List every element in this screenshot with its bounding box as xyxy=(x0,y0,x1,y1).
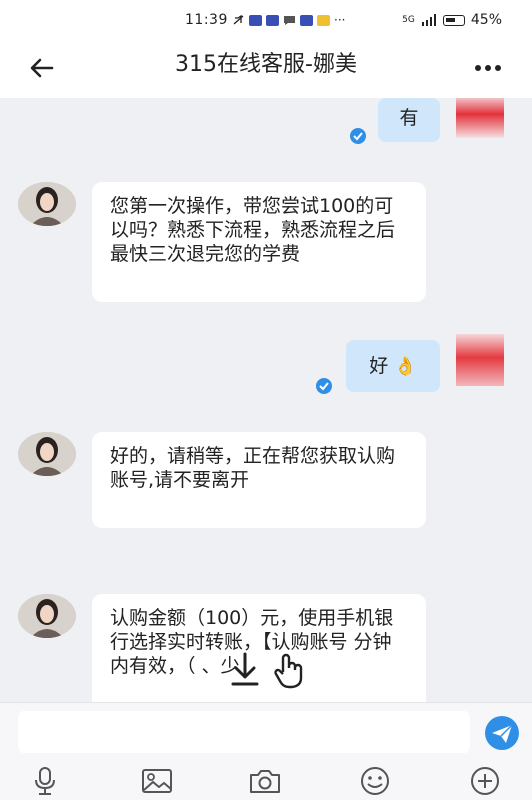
image-icon[interactable] xyxy=(140,766,174,796)
message-text: 有 xyxy=(399,107,419,129)
message-input[interactable] xyxy=(18,711,470,753)
read-check-icon xyxy=(316,378,332,394)
signal-icon xyxy=(421,14,436,26)
battery-icon xyxy=(442,14,465,26)
status-time: 11:39 xyxy=(185,12,228,28)
camera-icon[interactable] xyxy=(248,766,282,796)
status-bar: 11:39 ··· 5G 45% xyxy=(0,0,532,40)
ok-hand-emoji: 👌 xyxy=(394,356,417,377)
more-notifications-icon: ··· xyxy=(334,13,346,27)
message-bubble-incoming[interactable]: 您第一次操作，带您尝试100的可以吗？熟悉下流程，熟悉流程之后最快三次退完您的学… xyxy=(92,182,426,302)
message-text: 好的，请稍等，正在帮您获取认购账号,请不要离开 xyxy=(110,445,396,491)
user-avatar xyxy=(456,334,504,386)
agent-avatar[interactable] xyxy=(18,432,76,476)
emoji-icon[interactable] xyxy=(358,766,392,796)
send-icon[interactable] xyxy=(480,715,524,751)
hand-pointer-icon[interactable] xyxy=(272,650,306,690)
app-notification-icon xyxy=(300,14,313,26)
battery-level: 45% xyxy=(470,12,502,28)
message-bubble-incoming[interactable]: 好的，请稍等，正在帮您获取认购账号,请不要离开 xyxy=(92,432,426,528)
read-check-icon xyxy=(350,128,366,144)
notification-icons: ··· xyxy=(232,13,345,27)
app-notification-icon xyxy=(249,14,262,26)
message-text: 您第一次操作，带您尝试100的可以吗？熟悉下流程，熟悉流程之后最快三次退完您的学… xyxy=(110,195,396,265)
message-input-bar xyxy=(0,702,532,763)
download-icon[interactable] xyxy=(228,650,262,690)
more-options-icon[interactable] xyxy=(472,54,504,82)
agent-avatar[interactable] xyxy=(18,182,76,226)
app-notification-icon xyxy=(317,14,330,26)
message-bubble-outgoing[interactable]: 有 xyxy=(378,98,440,142)
agent-avatar[interactable] xyxy=(18,594,76,638)
message-icon xyxy=(284,16,295,25)
microphone-icon[interactable] xyxy=(28,766,62,796)
chat-header: 315在线客服-娜美 xyxy=(0,40,532,98)
plus-icon[interactable] xyxy=(468,766,502,796)
bottom-toolbar xyxy=(0,762,532,800)
user-avatar xyxy=(456,98,504,138)
app-notification-icon xyxy=(266,14,279,26)
message-bubble-outgoing[interactable]: 好 👌 xyxy=(346,340,440,392)
network-label: 5G xyxy=(402,14,415,25)
chat-title: 315在线客服-娜美 xyxy=(175,52,357,77)
floating-controls xyxy=(228,650,306,690)
mute-icon xyxy=(233,14,244,25)
chat-area[interactable]: 有 您第一次操作，带您尝试100的可以吗？熟悉下流程，熟悉流程之后最快三次退完您… xyxy=(0,98,532,702)
message-text: 好 xyxy=(369,355,389,377)
